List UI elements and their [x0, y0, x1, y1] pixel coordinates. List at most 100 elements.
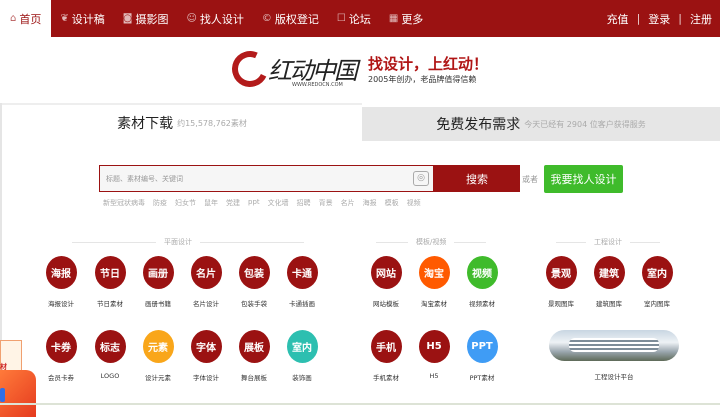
- category-item[interactable]: 室内 装饰画: [278, 330, 326, 382]
- category-item[interactable]: PPT PPT素材: [458, 330, 506, 382]
- divider: [454, 241, 487, 243]
- category-label: 淘宝素材: [421, 300, 447, 308]
- category-item[interactable]: 卡券 会员卡券: [37, 330, 85, 382]
- category-item[interactable]: H5 H5: [410, 330, 458, 380]
- tab-post-request[interactable]: 免费发布需求 今天已经有 2904 位客户获得服务: [362, 107, 720, 141]
- nav-item[interactable]: ▦ 更多: [380, 0, 432, 37]
- category-label: 网站模板: [373, 300, 399, 308]
- category-item[interactable]: 元素 设计元素: [134, 330, 182, 382]
- hot-keyword[interactable]: ppt: [248, 198, 260, 208]
- category-item[interactable]: 包装 包装手袋: [230, 256, 278, 308]
- nav-item[interactable]: ☺ 找人设计: [177, 0, 252, 37]
- hot-keyword[interactable]: 背景: [319, 198, 333, 208]
- category-icon: 包装: [238, 256, 270, 289]
- hot-keyword[interactable]: 党建: [226, 198, 240, 208]
- category-label: 视频素材: [469, 300, 495, 308]
- nav-item[interactable]: ⌂ 首页: [0, 0, 52, 37]
- category-item[interactable]: 卡通 卡通插画: [278, 256, 326, 308]
- category-item[interactable]: 展板 舞台展板: [230, 330, 278, 382]
- category-item[interactable]: 名片 名片设计: [182, 256, 230, 308]
- tab-title: 免费发布需求: [436, 117, 521, 133]
- category-icon: 景观: [545, 256, 577, 289]
- hot-keyword[interactable]: 鼠年: [204, 198, 218, 208]
- tab-title: 素材下载: [117, 116, 174, 132]
- hot-keyword[interactable]: 文化墙: [268, 198, 289, 208]
- category-icon: 卡券: [45, 330, 77, 363]
- category-item[interactable]: 节日 节日素材: [86, 256, 134, 308]
- category-item[interactable]: 标志 LOGO: [86, 330, 134, 380]
- hot-keyword[interactable]: 模板: [385, 198, 399, 208]
- divider: [630, 241, 660, 243]
- section-flat-design: 平面设计: [72, 237, 304, 247]
- category-label: LOGO: [100, 372, 120, 380]
- separator: |: [678, 12, 682, 25]
- camera-search-icon[interactable]: ◎: [413, 171, 429, 186]
- category-icon: 元素: [142, 330, 174, 363]
- logo-mark: 红动中国 WWW.REDOCN.COM: [226, 45, 364, 93]
- hot-keyword[interactable]: 防疫: [153, 198, 167, 208]
- separator: |: [636, 12, 641, 25]
- category-label: 舞台展板: [241, 374, 267, 382]
- engineering-platform-image[interactable]: [549, 330, 679, 361]
- nav-label: 论坛: [348, 12, 371, 26]
- category-item[interactable]: 建筑 建筑图库: [585, 256, 633, 308]
- nav-label: 摄影图: [135, 12, 169, 26]
- category-item[interactable]: 画册 画册书籍: [134, 256, 182, 308]
- recharge-link[interactable]: 充值: [607, 11, 629, 27]
- category-item[interactable]: 室内 室内图库: [633, 256, 681, 308]
- category-item[interactable]: 网站 网站模板: [362, 256, 410, 308]
- nav-item[interactable]: ❦ 设计稿: [51, 0, 113, 37]
- hot-keyword[interactable]: 招聘: [297, 198, 311, 208]
- nav-item[interactable]: ☐ 论坛: [328, 0, 380, 37]
- category-label: PPT素材: [469, 374, 495, 382]
- hot-keyword[interactable]: 新型冠状病毒: [103, 198, 145, 208]
- category-icon: 建筑: [593, 256, 625, 289]
- category-icon: 卡通: [286, 256, 318, 289]
- copyright-icon: ©: [261, 13, 272, 24]
- category-item[interactable]: 视频 视频素材: [458, 256, 506, 308]
- tab-subtitle: 今天已经有 2904 位客户获得服务: [524, 119, 646, 129]
- divider: [0, 403, 720, 405]
- nav-label: 版权登记: [274, 12, 319, 26]
- or-label: 或者: [522, 175, 538, 184]
- site-logo[interactable]: 红动中国 WWW.REDOCN.COM 找设计，上红动！ 2005年创办，老品牌…: [226, 45, 488, 93]
- hot-keyword[interactable]: 海报: [363, 198, 377, 208]
- search-button[interactable]: 搜索: [434, 165, 520, 192]
- category-label: 景观图库: [548, 300, 574, 308]
- section-title: 平面设计: [164, 238, 192, 246]
- login-link[interactable]: 登录: [648, 11, 670, 27]
- logo-brand: 红动中国: [268, 57, 358, 85]
- logo-url: WWW.REDOCN.COM: [292, 82, 343, 88]
- category-icon: 室内: [641, 256, 673, 289]
- category-icon: 视频: [466, 256, 498, 289]
- category-item[interactable]: 景观 景观图库: [537, 256, 585, 308]
- find-designer-button[interactable]: 我要找人设计: [544, 165, 623, 193]
- category-icon: PPT: [466, 330, 498, 363]
- category-item[interactable]: 海报 海报设计: [37, 256, 85, 308]
- engineering-platform-label[interactable]: 工程设计平台: [549, 371, 679, 381]
- hot-keyword[interactable]: 妇女节: [175, 198, 196, 208]
- category-item[interactable]: 手机 手机素材: [362, 330, 410, 382]
- nav-label: 找人设计: [199, 12, 244, 26]
- category-item[interactable]: 字体 字体设计: [182, 330, 230, 382]
- ad-envelope: [0, 370, 36, 417]
- floating-ad[interactable]: 材: [0, 340, 36, 417]
- category-label: 节日素材: [97, 300, 123, 308]
- register-link[interactable]: 注册: [690, 11, 712, 27]
- tab-material-download[interactable]: 素材下载 约15,578,762素材: [2, 103, 362, 141]
- category-icon: 标志: [94, 330, 126, 363]
- camera-icon: ◙: [122, 13, 133, 24]
- person-icon: ☺: [186, 13, 197, 24]
- leaf-icon: ❦: [60, 13, 69, 24]
- nav-label: 更多: [401, 12, 424, 26]
- nav-item[interactable]: ◙ 摄影图: [114, 0, 178, 37]
- category-item[interactable]: 淘宝 淘宝素材: [410, 256, 458, 308]
- tagline: 2005年创办，老品牌值得信赖: [368, 75, 477, 84]
- divider: [376, 241, 408, 243]
- category-icon: 字体: [190, 330, 222, 363]
- hot-keyword[interactable]: 名片: [341, 198, 355, 208]
- nav-item[interactable]: © 版权登记: [253, 0, 328, 37]
- section-engineering: 工程设计: [556, 237, 660, 247]
- hot-keyword[interactable]: 视频: [407, 198, 421, 208]
- search-input[interactable]: 标题、素材编号、关键词 ◎: [99, 165, 434, 192]
